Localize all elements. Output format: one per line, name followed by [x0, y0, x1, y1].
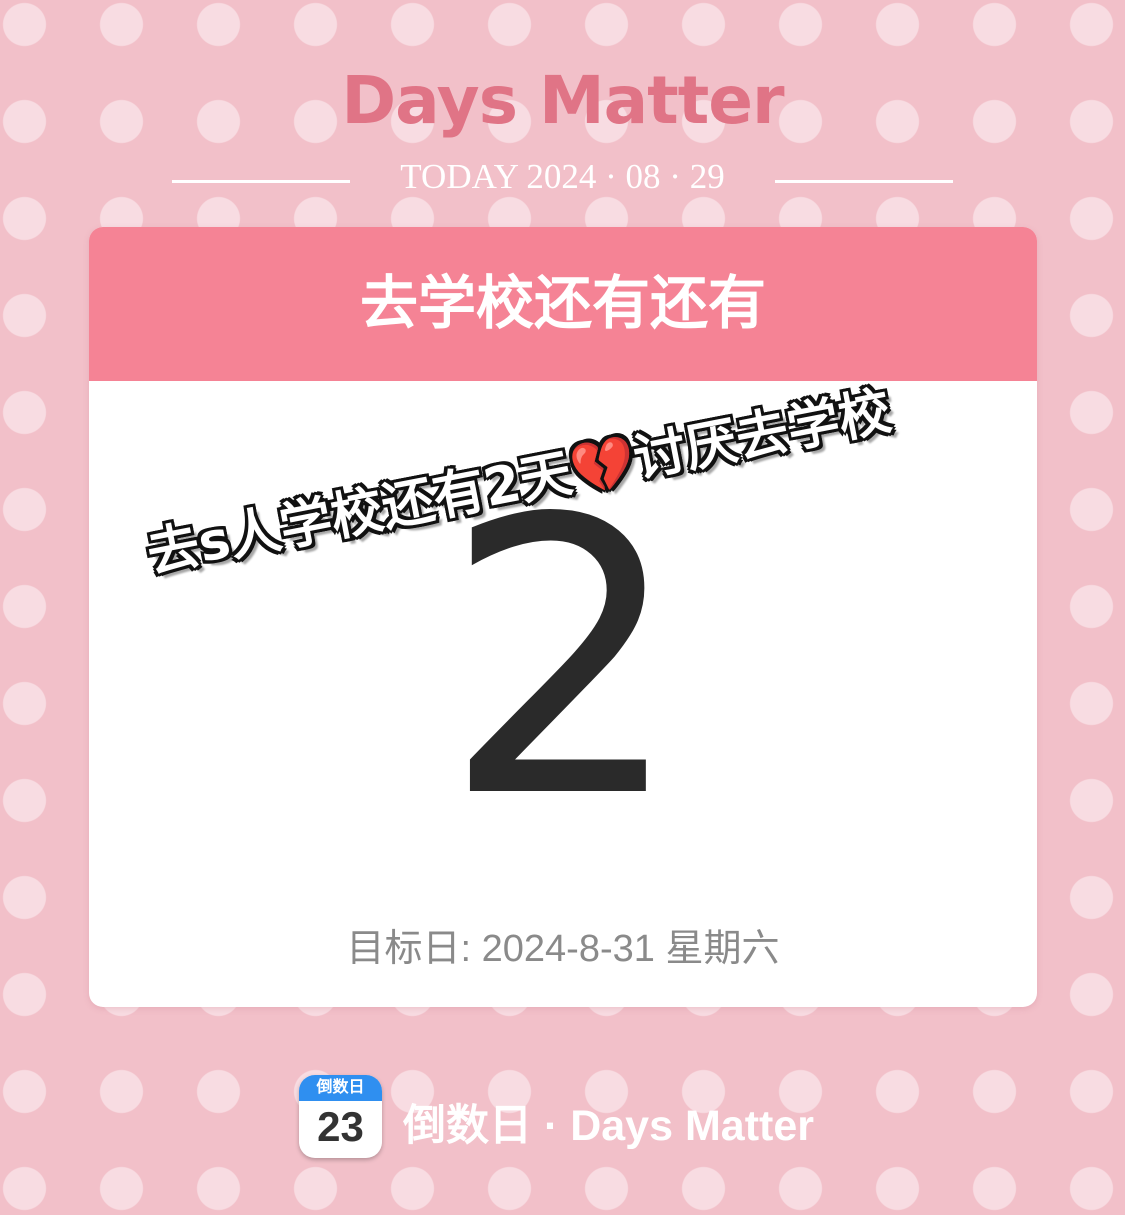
- target-date: 目标日: 2024-8-31 星期六: [346, 928, 780, 970]
- divider-right: [775, 180, 953, 183]
- event-title: 去学校还有还有: [89, 227, 1037, 381]
- app-icon-number: 23: [317, 1103, 364, 1150]
- countdown-card[interactable]: 去学校还有还有 2 目标日: 2024-8-31 星期六: [89, 227, 1037, 1007]
- divider-left: [172, 180, 350, 183]
- calendar-app-icon: 倒数日 23: [299, 1075, 382, 1158]
- app-title: Days Matter: [341, 62, 784, 139]
- today-row: TODAY 2024 · 08 · 29: [0, 157, 1125, 201]
- footer-app-name: 倒数日 · Days Matter: [403, 1102, 814, 1150]
- today-date: TODAY 2024 · 08 · 29: [400, 157, 725, 196]
- app-icon-label: 倒数日: [299, 1075, 382, 1101]
- footer-branding: 倒数日 23 倒数日 · Days Matter: [0, 1075, 1125, 1159]
